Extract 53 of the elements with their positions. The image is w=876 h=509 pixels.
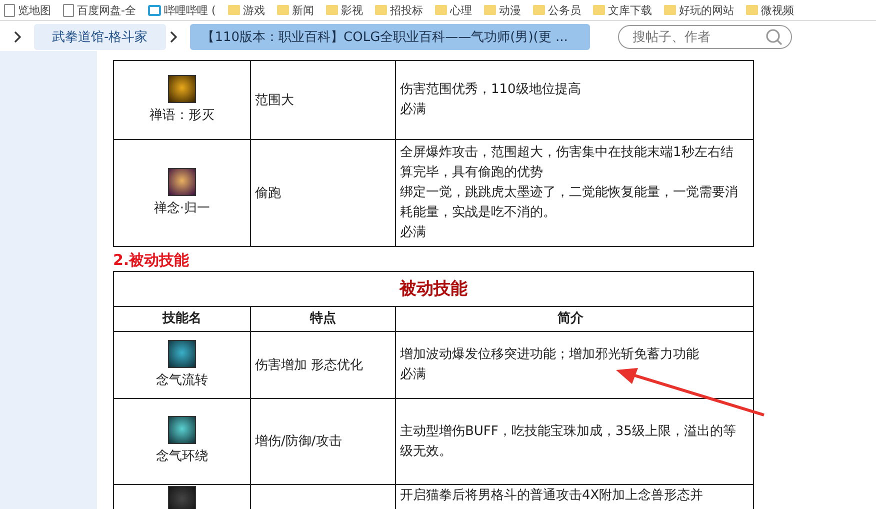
table-cell: 全屏爆炸攻击，范围超大，伤害集中在技能末端1秒左右结算完毕，具有偷跑的优势 绑定一觉，跳跳虎太墨迹了，二觉能恢复能量，一觉需要消耗能量，实战是吃不消的。 必满 bbox=[396, 140, 754, 246]
chevron-icon bbox=[170, 31, 178, 43]
table-cell: 增伤/防御/攻击 bbox=[250, 398, 396, 484]
folder-icon bbox=[434, 5, 447, 15]
page-icon bbox=[63, 4, 74, 16]
skill-icon bbox=[168, 168, 196, 196]
bookmark-link[interactable]: 招投标 bbox=[374, 2, 423, 18]
breadcrumb-tab[interactable]: 武拳道馆-格斗家 bbox=[34, 24, 166, 50]
table-cell: 偷跑 bbox=[250, 140, 396, 246]
column-header: 技能名 bbox=[114, 306, 250, 332]
skill-icon bbox=[168, 340, 196, 368]
bookmark-link[interactable]: 新闻 bbox=[276, 2, 314, 18]
table-cell: 范围大 bbox=[250, 60, 396, 140]
search-icon bbox=[764, 28, 783, 46]
bookmark-link[interactable]: 览地图 bbox=[4, 2, 51, 18]
table-cell: 念气环绕 bbox=[114, 398, 250, 484]
bookmark-link[interactable]: 百度网盘-全 bbox=[63, 2, 136, 18]
search-field[interactable]: 搜帖子、作者 bbox=[618, 25, 792, 49]
folder-icon bbox=[484, 5, 496, 15]
folder-icon bbox=[664, 5, 676, 15]
table-title: 被动技能 bbox=[114, 272, 754, 306]
table-cell: 伤害范围优秀，110级地位提高 必满 bbox=[396, 60, 754, 140]
table-cell: 念气流转 bbox=[114, 332, 250, 398]
bookmark-link[interactable]: 游戏 bbox=[228, 2, 265, 18]
breadcrumb-tab[interactable]: 【110版本：职业百科】COLG全职业百科——气功师(男)(更 ... bbox=[190, 24, 590, 50]
skill-icon bbox=[168, 74, 196, 102]
bookmark-link[interactable]: 哔哩哔哩 ( bbox=[148, 2, 216, 18]
folder-icon bbox=[228, 5, 240, 15]
page-icon bbox=[4, 4, 15, 16]
table-cell: 禅语：形灭 bbox=[114, 60, 250, 140]
folder-icon bbox=[746, 5, 758, 15]
tv-icon bbox=[148, 4, 161, 16]
bookmark-link[interactable]: 微视频 bbox=[746, 2, 794, 18]
chevron-icon bbox=[14, 31, 22, 43]
bookmark-link[interactable]: 好玩的网站 bbox=[664, 2, 734, 18]
column-header: 特点 bbox=[250, 306, 396, 332]
folder-icon bbox=[374, 5, 387, 15]
table-cell: 主动型增伤BUFF，吃技能宝珠加成，35级上限，溢出的等级无效。 bbox=[396, 398, 754, 484]
skill-icon bbox=[168, 486, 196, 509]
section-heading: 2.被动技能 bbox=[113, 250, 190, 270]
folder-icon bbox=[326, 5, 338, 15]
table-cell: 伤害增加 形态优化 bbox=[250, 332, 396, 398]
folder-icon bbox=[592, 5, 605, 15]
bookmark-link[interactable]: 动漫 bbox=[484, 2, 521, 18]
column-header: 简介 bbox=[396, 306, 754, 332]
bookmark-link[interactable]: 心理 bbox=[434, 2, 472, 18]
table-cell: 禅念·归一 bbox=[114, 140, 250, 246]
skill-icon bbox=[168, 416, 196, 444]
bookmark-link[interactable]: 影视 bbox=[326, 2, 363, 18]
bookmark-link[interactable]: 文库下载 bbox=[592, 2, 652, 18]
bookmark-link[interactable]: 公务员 bbox=[532, 2, 581, 18]
folder-icon bbox=[276, 5, 289, 15]
folder-icon bbox=[532, 5, 545, 15]
